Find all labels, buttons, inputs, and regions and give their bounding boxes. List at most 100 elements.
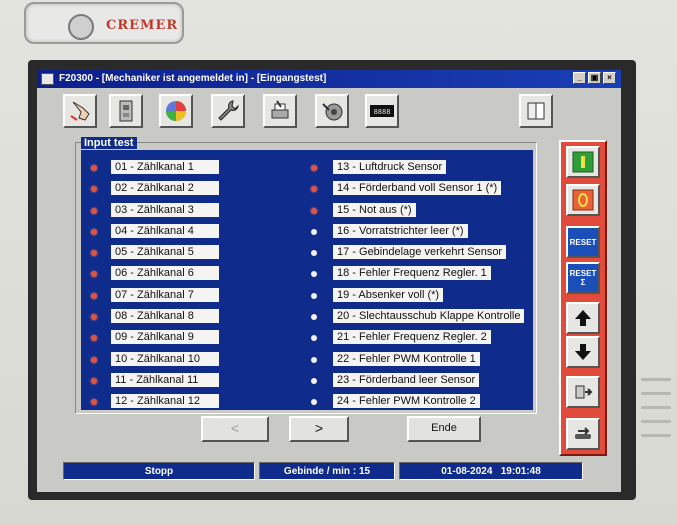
reset-sum-button[interactable]: RESET Σ [566,262,600,294]
input-indicator [91,356,97,363]
input-row: 20 - Slechtausschub Klappe Kontrolle [307,309,537,330]
input-label: 08 - Zählkanal 8 [111,309,219,324]
hand-pointer-button[interactable] [63,94,97,128]
start-button[interactable] [566,146,600,178]
input-label: 01 - Zählkanal 1 [111,160,219,174]
input-indicator [311,292,317,299]
input-row: 16 - Vorratstrichter leer (*) [307,223,537,245]
input-indicator [311,377,317,384]
brand-plate: CREMER [24,2,184,44]
input-indicator [311,356,317,363]
input-indicator [91,228,97,235]
conveyor-button[interactable] [566,418,600,450]
input-indicator [91,292,97,299]
svg-text:8888: 8888 [374,108,391,116]
hand-dial-icon [322,103,343,121]
input-row: 15 - Not aus (*) [307,202,537,224]
wrench-icon [218,100,239,121]
wrench-button[interactable] [211,94,245,128]
toolbar: 8888 [37,88,621,140]
input-indicator [311,314,317,321]
input-row: 12 - Zählkanal 12 [87,394,267,415]
input-column-left: 01 - Zählkanal 1 02 - Zählkanal 2 03 - Z… [87,160,267,416]
next-page-button[interactable]: > [289,416,349,442]
arrow-down-icon [575,344,591,360]
input-label: 18 - Fehler Frequenz Regler. 1 [333,266,491,281]
prev-page-button[interactable]: < [201,416,269,442]
vent-slot [641,378,671,381]
book-icon [527,102,545,120]
time-value: 19:01:48 [500,466,541,477]
input-indicator [91,250,97,257]
counter-button[interactable]: 8888 [365,94,399,128]
hand-dial-button[interactable] [315,94,349,128]
manual-button[interactable] [519,94,553,128]
hmi-screen: F20300 - [Mechaniker ist angemeldet in] … [37,70,621,492]
input-row: 23 - Förderband leer Sensor [307,372,537,394]
arrow-up-button[interactable] [566,302,600,334]
input-row: 22 - Fehler PWM Kontrolle 1 [307,351,537,373]
reset-button[interactable]: RESET [566,226,600,258]
input-column-right: 13 - Luftdruck Sensor 14 - Förderband vo… [307,160,537,416]
date-value: 01-08-2024 [441,466,493,477]
input-indicator [91,207,97,214]
input-row: 01 - Zählkanal 1 [87,160,267,181]
reset-sum-icon: RESET Σ [569,269,597,287]
transfer-button[interactable] [566,376,600,408]
input-row: 10 - Zählkanal 10 [87,351,267,373]
input-indicator [311,250,317,257]
input-row: 02 - Zählkanal 2 [87,181,267,202]
color-wheel-icon [166,101,186,121]
input-row: 06 - Zählkanal 6 [87,266,267,287]
input-row: 14 - Förderband voll Sensor 1 (*) [307,181,537,202]
brand-logo-icon [68,14,94,40]
end-button[interactable]: Ende [407,416,481,442]
arrow-down-button[interactable] [566,336,600,368]
input-row: 08 - Zählkanal 8 [87,309,267,330]
machine-state: Stopp [63,462,255,480]
printer-hand-icon [271,100,289,119]
input-row: 07 - Zählkanal 7 [87,287,267,309]
conveyor-icon [575,427,591,439]
input-row: 18 - Fehler Frequenz Regler. 1 [307,266,537,287]
input-row: 19 - Absenker voll (*) [307,287,537,309]
input-indicator [311,399,317,406]
input-label: 07 - Zählkanal 7 [111,287,219,302]
input-label: 15 - Not aus (*) [333,202,416,217]
app-icon [41,73,54,85]
input-indicator [311,207,317,214]
input-label: 17 - Gebindelage verkehrt Sensor [333,245,507,260]
input-label: 22 - Fehler PWM Kontrolle 1 [333,351,480,366]
input-indicator [311,271,317,278]
control-panel: RESET RESET Σ [559,140,607,456]
input-label: 04 - Zählkanal 4 [111,223,219,238]
input-row: 13 - Luftdruck Sensor [307,160,537,181]
reset-icon: RESET [569,237,597,247]
input-label: 10 - Zählkanal 10 [111,351,219,366]
input-indicator [91,314,97,321]
vent-slot [641,420,671,423]
input-indicator [91,399,97,406]
input-indicator [91,377,97,384]
close-button[interactable]: × [603,72,616,84]
stop-icon [572,189,594,211]
input-label: 24 - Fehler PWM Kontrolle 2 [333,394,480,409]
printer-hand-button[interactable] [263,94,297,128]
vent-slot [641,392,671,395]
cabinet-icon [119,100,133,122]
stop-button[interactable] [566,184,600,216]
color-wheel-button[interactable] [159,94,193,128]
window-title: F20300 - [Mechaniker ist angemeldet in] … [59,73,327,84]
input-label: 02 - Zählkanal 2 [111,181,219,196]
input-row: 21 - Fehler Frequenz Regler. 2 [307,330,537,351]
rate-value: 15 [358,466,371,477]
window-titlebar: F20300 - [Mechaniker ist angemeldet in] … [37,70,621,88]
input-label: 06 - Zählkanal 6 [111,266,219,281]
input-indicator [91,335,97,342]
cabinet-button[interactable] [109,94,143,128]
hand-pointer-icon [70,101,90,121]
minimize-button[interactable]: _ [573,72,586,84]
input-indicator [311,165,317,171]
input-row: 11 - Zählkanal 11 [87,372,267,394]
restore-button[interactable]: ▣ [588,72,601,84]
